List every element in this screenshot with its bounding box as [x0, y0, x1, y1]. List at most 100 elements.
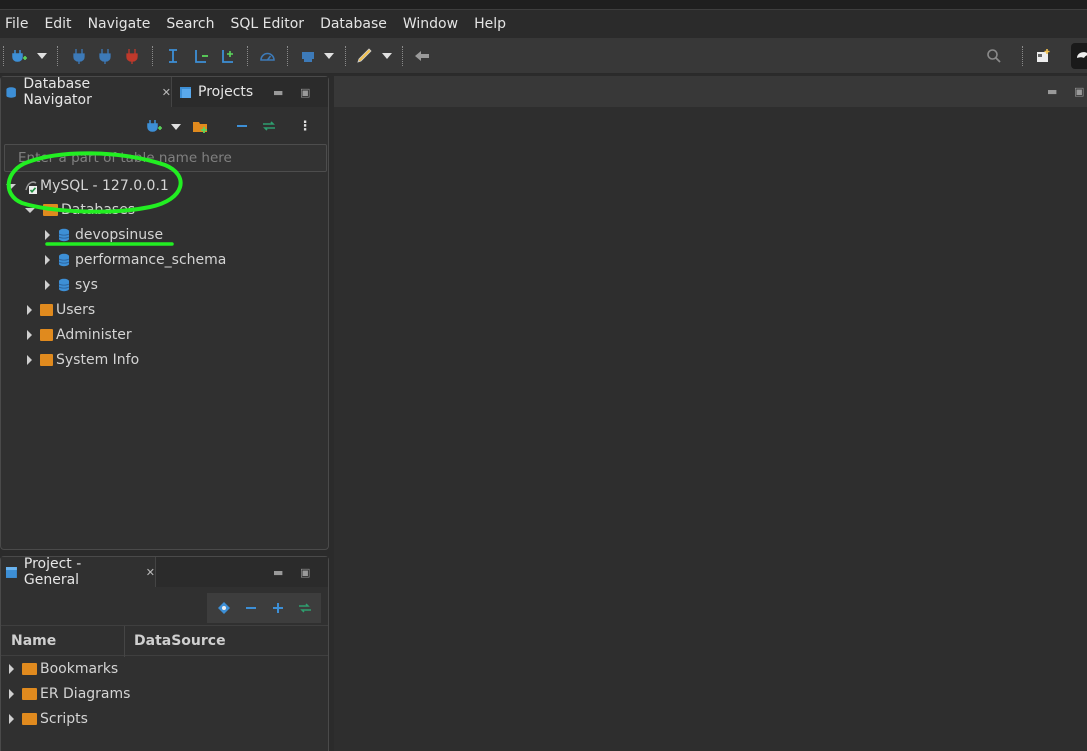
- menu-navigate[interactable]: Navigate: [88, 16, 151, 32]
- close-icon[interactable]: ✕: [146, 566, 155, 579]
- bookmarks-label: Bookmarks: [40, 661, 119, 677]
- expand-arrow-icon[interactable]: [6, 183, 16, 189]
- expand-arrow-icon[interactable]: [9, 689, 14, 699]
- menu-window[interactable]: Window: [403, 16, 458, 32]
- link-with-editor-icon[interactable]: [260, 117, 278, 135]
- minimize-icon[interactable]: ▬: [273, 566, 283, 579]
- database-label: performance_schema: [75, 252, 227, 268]
- commit-icon[interactable]: [164, 47, 182, 65]
- search-icon[interactable]: [985, 47, 1003, 65]
- expand-arrow-icon[interactable]: [9, 664, 14, 674]
- expand-all-icon[interactable]: [269, 599, 287, 617]
- collapse-all-icon[interactable]: [233, 117, 251, 135]
- menu-sql-editor[interactable]: SQL Editor: [230, 16, 304, 32]
- databases-folder-label: Databases: [61, 202, 136, 218]
- minimize-icon[interactable]: ▬: [273, 86, 283, 99]
- tab-project-general[interactable]: Project - General ✕: [1, 556, 156, 588]
- editor-area: ▬ ▣: [334, 76, 1087, 751]
- pencil-icon[interactable]: [356, 47, 374, 65]
- mysql-connection-icon: [25, 181, 37, 194]
- menu-database[interactable]: Database: [320, 16, 387, 32]
- new-connection-icon[interactable]: [10, 47, 28, 65]
- connect-icon[interactable]: [70, 47, 88, 65]
- maximize-icon[interactable]: ▣: [300, 566, 310, 579]
- menu-edit[interactable]: Edit: [44, 16, 71, 32]
- minimize-icon[interactable]: ▬: [1047, 85, 1057, 98]
- toolbar-separator: [57, 46, 58, 66]
- title-strip: [0, 0, 1087, 10]
- tree-node-connection[interactable]: MySQL - 127.0.0.1: [6, 175, 169, 197]
- expand-arrow-icon[interactable]: [45, 255, 50, 265]
- tab-projects[interactable]: Projects: [179, 77, 253, 107]
- tree-node-database[interactable]: sys: [45, 274, 98, 296]
- folder-icon: [43, 204, 58, 216]
- menu-search[interactable]: Search: [166, 16, 214, 32]
- chevron-down-icon[interactable]: [171, 124, 181, 130]
- tree-node-er-diagrams[interactable]: ER Diagrams: [9, 683, 130, 705]
- maximize-icon[interactable]: ▣: [300, 86, 310, 99]
- menu-bar: File Edit Navigate Search SQL Editor Dat…: [0, 10, 1087, 38]
- toolbar-separator: [402, 46, 403, 66]
- close-icon[interactable]: ✕: [162, 86, 171, 99]
- tab-database-navigator[interactable]: Database Navigator ✕: [1, 76, 172, 108]
- toolbar-separator: [287, 46, 288, 66]
- reconnect-icon[interactable]: [96, 47, 114, 65]
- er-diagrams-label: ER Diagrams: [40, 686, 131, 702]
- toolbar-separator: [247, 46, 248, 66]
- database-icon: [58, 253, 70, 267]
- scripts-label: Scripts: [40, 711, 88, 727]
- database-label: sys: [75, 277, 98, 293]
- expand-arrow-icon[interactable]: [27, 355, 32, 365]
- toolbar-separator: [3, 46, 4, 66]
- tree-node-administer[interactable]: Administer: [27, 324, 132, 346]
- new-connection-icon[interactable]: [145, 117, 163, 135]
- expand-arrow-icon[interactable]: [27, 305, 32, 315]
- new-folder-icon[interactable]: [191, 117, 209, 135]
- tree-node-databases[interactable]: Databases: [25, 199, 135, 221]
- sql-editor-icon[interactable]: [299, 47, 317, 65]
- chevron-down-icon[interactable]: [382, 53, 392, 59]
- maximize-icon[interactable]: ▣: [1074, 85, 1084, 98]
- database-label: devopsinuse: [75, 227, 164, 243]
- expand-arrow-icon[interactable]: [9, 714, 14, 724]
- dbeaver-perspective-icon[interactable]: [1071, 43, 1087, 69]
- rollback-icon[interactable]: [192, 47, 210, 65]
- database-navigator-panel: Database Navigator ✕ Projects ▬ ▣ ⋮ MySQ…: [0, 76, 329, 550]
- tree-node-bookmarks[interactable]: Bookmarks: [9, 658, 118, 680]
- chevron-down-icon[interactable]: [37, 53, 47, 59]
- expand-arrow-icon[interactable]: [25, 207, 35, 213]
- navigator-tab-row: Database Navigator ✕ Projects ▬ ▣: [1, 76, 328, 108]
- tab-label: Projects: [198, 84, 254, 100]
- toolbar-separator: [1022, 46, 1023, 66]
- bookmarks-folder-icon: [22, 663, 37, 675]
- expand-arrow-icon[interactable]: [45, 230, 50, 240]
- transaction-mode-icon[interactable]: [219, 47, 237, 65]
- collapse-all-icon[interactable]: [242, 599, 260, 617]
- menu-help[interactable]: Help: [474, 16, 506, 32]
- users-label: Users: [56, 302, 96, 318]
- configure-icon[interactable]: [215, 599, 233, 617]
- er-diagrams-folder-icon: [22, 688, 37, 700]
- open-perspective-icon[interactable]: [1034, 47, 1052, 65]
- tree-node-database[interactable]: devopsinuse: [45, 224, 163, 246]
- column-header-name[interactable]: Name: [11, 633, 56, 649]
- disconnect-icon[interactable]: [123, 47, 141, 65]
- dashboard-icon[interactable]: [258, 47, 276, 65]
- back-arrow-icon[interactable]: [413, 47, 431, 65]
- link-with-editor-icon[interactable]: [296, 599, 314, 617]
- column-header-datasource[interactable]: DataSource: [134, 633, 226, 649]
- tree-node-users[interactable]: Users: [27, 299, 95, 321]
- table-name-search-input[interactable]: [4, 144, 327, 172]
- tree-node-database[interactable]: performance_schema: [45, 249, 226, 271]
- tree-node-system-info[interactable]: System Info: [27, 349, 139, 371]
- chevron-down-icon[interactable]: [324, 53, 334, 59]
- users-folder-icon: [40, 304, 53, 316]
- connection-label: MySQL - 127.0.0.1: [40, 178, 169, 194]
- expand-arrow-icon[interactable]: [27, 330, 32, 340]
- editor-header: ▬ ▣: [334, 76, 1087, 107]
- tab-label: Database Navigator: [23, 76, 92, 108]
- more-options-icon[interactable]: ⋮: [296, 117, 314, 135]
- menu-file[interactable]: File: [5, 16, 28, 32]
- tree-node-scripts[interactable]: Scripts: [9, 708, 88, 730]
- expand-arrow-icon[interactable]: [45, 280, 50, 290]
